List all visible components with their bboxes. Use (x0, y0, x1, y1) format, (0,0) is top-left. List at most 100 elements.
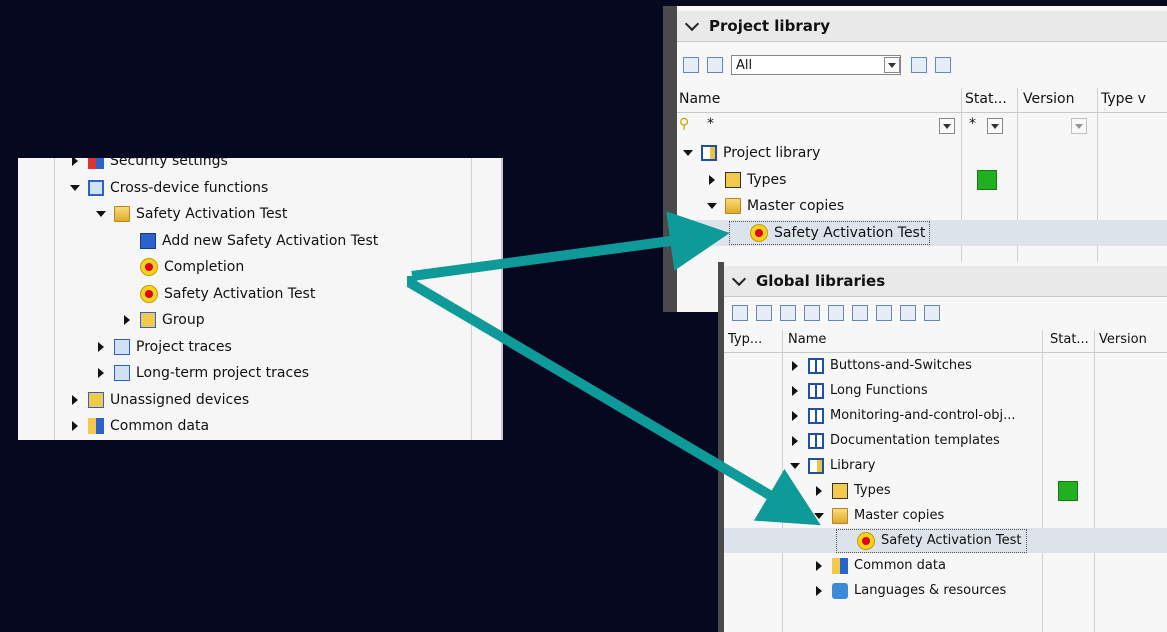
expand-down-icon[interactable] (70, 184, 80, 191)
safety-folder-icon (114, 206, 130, 223)
column-header-type[interactable]: Type v (1101, 91, 1146, 107)
expand-right-icon[interactable] (816, 560, 822, 571)
expand-right-icon[interactable] (792, 360, 798, 371)
tree-item-label: Unassigned devices (110, 391, 250, 408)
tree-item-label: Master copies (747, 198, 845, 215)
update-library-icon[interactable] (804, 305, 820, 321)
open-library-icon[interactable] (756, 305, 772, 321)
import-icon[interactable] (852, 305, 868, 321)
tree-row[interactable]: Project traces (18, 334, 503, 361)
collapse-chevron-icon[interactable] (731, 271, 747, 287)
types-icon (725, 171, 741, 188)
expand-down-icon[interactable] (814, 512, 824, 519)
project-library-header[interactable]: Project library (677, 11, 1167, 42)
new-library-icon[interactable] (732, 305, 748, 321)
column-header-name[interactable]: Name (679, 91, 720, 107)
expand-right-icon[interactable] (816, 485, 822, 496)
import-icon[interactable] (935, 57, 951, 73)
tree-row[interactable]: Common data (18, 413, 503, 440)
tree-item-label: Safety Activation Test (164, 285, 316, 302)
expand-down-icon[interactable] (96, 211, 106, 218)
expand-right-icon[interactable] (816, 585, 822, 596)
expand-right-icon[interactable] (98, 368, 104, 379)
column-header-name[interactable]: Name (788, 332, 826, 347)
column-header-status[interactable]: Stat... (1050, 332, 1089, 347)
column-header-version[interactable]: Version (1023, 91, 1074, 107)
tree-row[interactable]: Master copies (724, 503, 1167, 528)
tree-row[interactable]: Safety Activation Test (18, 281, 503, 308)
filter-funnel-icon[interactable]: ⚲ (679, 116, 689, 132)
tree-row[interactable]: Common data (724, 553, 1167, 578)
column-header-version[interactable]: Version (1099, 332, 1147, 347)
database-icon[interactable] (876, 305, 892, 321)
tree-row[interactable]: Monitoring-and-control-obj... (724, 403, 1167, 428)
status-ok-icon (1058, 480, 1078, 501)
safety-icon (140, 258, 158, 277)
expand-right-icon[interactable] (124, 315, 130, 326)
tree-item-label: Project library (723, 145, 821, 162)
filter-dropdown[interactable]: All (731, 55, 901, 75)
status-filter-text[interactable]: * (969, 116, 976, 132)
expand-down-icon[interactable] (707, 203, 717, 210)
tree-row[interactable]: Master copies (677, 193, 1167, 220)
tree-row[interactable]: Cross-device functions (18, 175, 503, 202)
tree-row[interactable]: Types (677, 167, 1167, 194)
expand-right-icon[interactable] (98, 341, 104, 352)
tree-item-label: Safety Activation Test (136, 206, 288, 223)
tree-row[interactable]: Long-term project traces (18, 360, 503, 387)
tree-row[interactable]: Documentation templates (724, 428, 1167, 453)
tree-row[interactable]: Project library (677, 140, 1167, 167)
global-libraries-header[interactable]: Global libraries (724, 266, 1167, 297)
version-filter-dropdown-icon[interactable] (1071, 118, 1087, 134)
expand-right-icon[interactable] (72, 394, 78, 405)
library-icon (701, 145, 717, 162)
tree-item-label: Long-term project traces (136, 365, 310, 382)
tree-row[interactable]: Safety Activation Test (724, 528, 1167, 553)
common-data-icon (832, 557, 848, 574)
tree-row[interactable]: Safety Activation Test (18, 201, 503, 228)
trace-icon (114, 365, 130, 382)
tree-row[interactable]: Safety Activation Test (677, 219, 1167, 246)
sort-up-icon[interactable] (924, 305, 940, 321)
status-filter-dropdown-icon[interactable] (987, 118, 1003, 134)
tree-row[interactable]: Types (724, 478, 1167, 503)
cross-device-icon (88, 179, 104, 196)
tree-row[interactable]: Unassigned devices (18, 387, 503, 414)
tree-item-label: Library (830, 458, 876, 473)
tree-row[interactable]: Buttons-and-Switches (724, 353, 1167, 378)
save-library-icon[interactable] (780, 305, 796, 321)
expand-down-icon[interactable] (790, 462, 800, 469)
book-icon (808, 382, 824, 399)
name-filter-text[interactable]: * (707, 116, 714, 132)
book-icon (808, 432, 824, 449)
expand-right-icon[interactable] (792, 435, 798, 446)
expand-right-icon[interactable] (709, 174, 715, 185)
collapse-chevron-icon[interactable] (684, 16, 700, 32)
column-header-status[interactable]: Stat... (965, 91, 1007, 107)
tree-item-label: Safety Activation Test (774, 224, 926, 241)
sort-down-icon[interactable] (900, 305, 916, 321)
export-icon[interactable] (828, 305, 844, 321)
tree-row[interactable]: Long Functions (724, 378, 1167, 403)
expand-right-icon[interactable] (792, 410, 798, 421)
tree-item-label: Group (162, 312, 205, 329)
expand-down-icon[interactable] (683, 150, 693, 157)
tree-row[interactable]: Security settings (18, 158, 503, 175)
tree-row[interactable]: Completion (18, 254, 503, 281)
library-view-icon[interactable] (683, 57, 699, 73)
tree-item-label: Add new Safety Activation Test (162, 232, 379, 249)
expand-right-icon[interactable] (72, 158, 78, 167)
export-icon[interactable] (911, 57, 927, 73)
expand-right-icon[interactable] (792, 385, 798, 396)
dropdown-arrow-icon[interactable] (884, 57, 900, 73)
tree-row[interactable]: Group (18, 307, 503, 334)
tree-item-label: Completion (164, 259, 245, 276)
global-libraries-toolbar (732, 302, 1167, 324)
tree-row[interactable]: Library (724, 453, 1167, 478)
list-view-icon[interactable] (707, 57, 723, 73)
tree-row[interactable]: Languages & resources (724, 578, 1167, 603)
tree-row[interactable]: Add new Safety Activation Test (18, 228, 503, 255)
column-header-type[interactable]: Typ... (728, 332, 762, 347)
expand-right-icon[interactable] (72, 421, 78, 432)
name-filter-dropdown-icon[interactable] (939, 118, 955, 134)
